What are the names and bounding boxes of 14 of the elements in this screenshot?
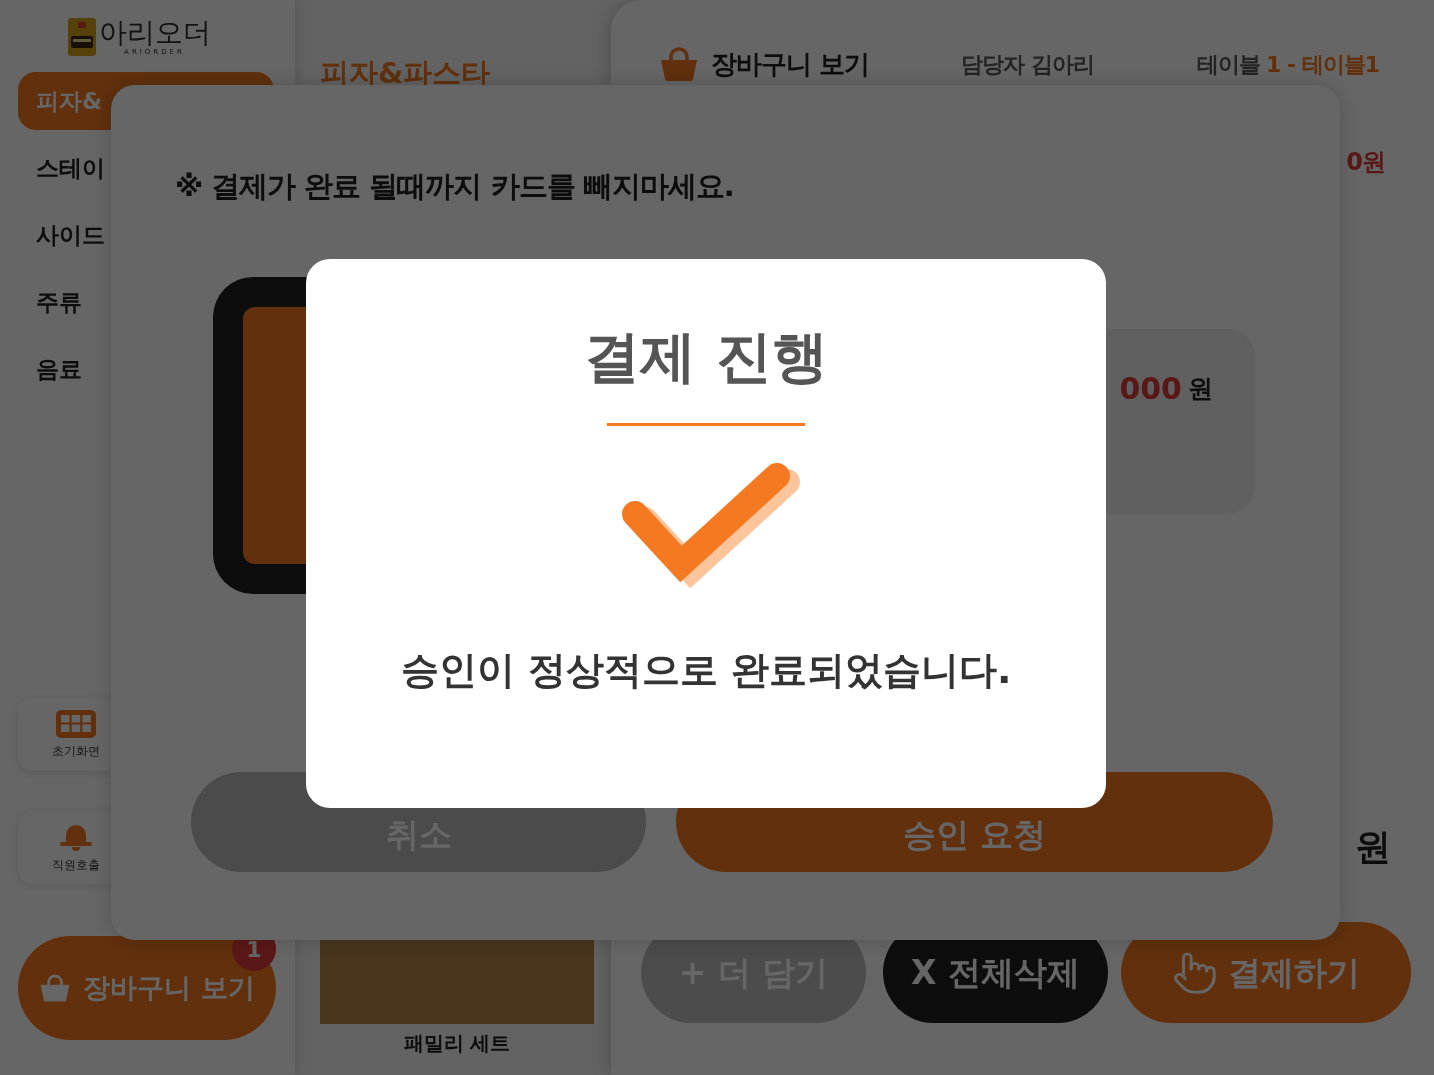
category-heading: 피자&파스타 <box>320 55 492 92</box>
total-price: 0원 <box>1346 147 1385 178</box>
logo-text: 아리오더 <box>98 18 211 47</box>
currency-unit: 원 <box>1188 372 1213 405</box>
table-label: 테이블 <box>1197 50 1260 79</box>
result-message: 승인이 정상적으로 완료되었습니다. <box>400 647 1012 694</box>
payment-amount: 000 <box>1119 369 1182 408</box>
card-notice-text: ※ 결제가 완료 될때까지 카드를 빼지마세요. <box>175 168 735 205</box>
dialog-title: 결제 진행 <box>584 323 828 391</box>
staff-name: 담당자 김아리 <box>961 51 1094 77</box>
cart-title: 장바구니 보기 <box>711 48 870 79</box>
menu-item-name: 패밀리 세트 <box>402 1029 512 1057</box>
table-name: 1 - 테이블1 <box>1266 50 1380 79</box>
currency-unit: 원 <box>1355 825 1391 869</box>
